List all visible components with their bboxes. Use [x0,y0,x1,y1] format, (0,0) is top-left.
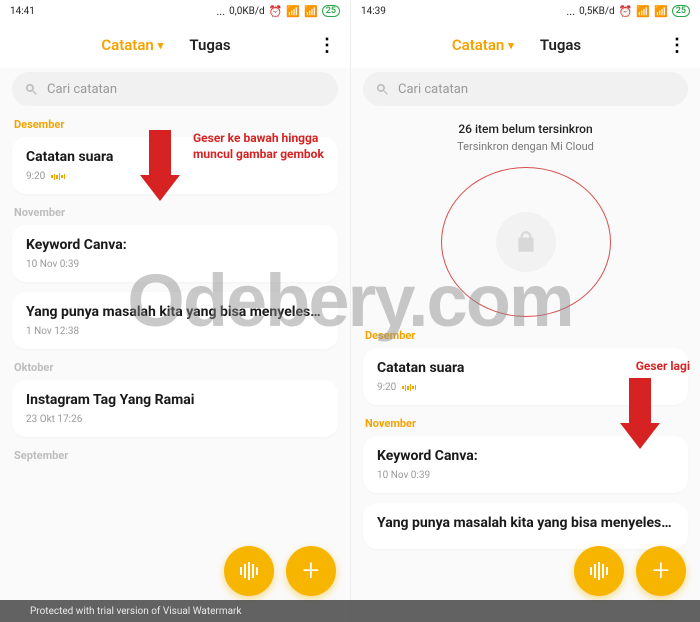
note-meta: 10 Nov 0:39 [377,470,674,481]
voice-icon [51,173,65,180]
header: Catatan Tugas ⋮ [0,22,350,68]
note-meta: 23 Okt 17:26 [26,414,324,425]
status-bar: 14:39 ... 0,5KB/d ⏰ 📶 📶 25 [351,0,700,22]
note-title: Keyword Canva: [26,237,324,253]
month-header: Desember [365,329,686,342]
battery-icon: 25 [672,5,690,17]
note-card[interactable]: Yang punya masalah kita yang bisa menyel… [363,503,688,549]
clock: 14:39 [361,6,386,17]
tab-notes[interactable]: Catatan [452,36,514,54]
lock-icon [496,212,556,272]
note-card[interactable]: Keyword Canva: 10 Nov 0:39 [12,225,338,282]
status-bar: 14:41 ... 0,0KB/d ⏰ 📶 📶 25 [0,0,350,22]
tutorial-hint: Geser lagi [636,358,690,374]
tab-notes[interactable]: Catatan [101,36,163,54]
note-title: Yang punya masalah kita yang bisa menyel… [26,304,324,320]
screenshot-left: 14:41 ... 0,0KB/d ⏰ 📶 📶 25 Catatan Tugas… [0,0,350,622]
note-card[interactable]: Instagram Tag Yang Ramai 23 Okt 17:26 [12,380,338,437]
voice-note-button[interactable] [574,546,624,596]
note-title: Catatan suara [377,360,674,376]
battery-icon: 25 [322,5,340,17]
screenshot-right: 14:39 ... 0,5KB/d ⏰ 📶 📶 25 Catatan Tugas… [350,0,700,622]
menu-icon[interactable]: ⋮ [668,35,686,56]
sync-service: Tersinkron dengan Mi Cloud [361,140,690,153]
search-bar[interactable] [363,72,688,106]
note-meta: 10 Nov 0:39 [26,259,324,270]
net-speed: 0,5KB/d [579,6,614,17]
header: Catatan Tugas ⋮ [351,22,700,68]
wifi-icon: 📶 [654,5,668,18]
tab-tasks[interactable]: Tugas [189,36,230,54]
note-meta: 1 Nov 12:38 [26,326,324,337]
search-icon [375,82,390,97]
alarm-icon: ⏰ [619,5,633,18]
wifi-icon: 📶 [304,5,318,18]
search-icon [24,82,39,97]
search-bar[interactable] [12,72,338,106]
signal-icon: 📶 [286,5,300,18]
tab-tasks[interactable]: Tugas [540,36,581,54]
tutorial-hint: Geser ke bawah hingga muncul gambar gemb… [193,130,343,162]
note-title: Instagram Tag Yang Ramai [26,392,324,408]
month-header: September [14,449,336,462]
net-speed: 0,0KB/d [229,6,264,17]
tutorial-arrow-icon [140,130,180,210]
signal-icon: 📶 [636,5,650,18]
fab-group: + [574,546,686,596]
sync-count: 26 item belum tersinkron [361,122,690,136]
alarm-icon: ⏰ [269,5,283,18]
clock: 14:41 [10,6,35,17]
sync-status: 26 item belum tersinkron Tersinkron deng… [351,116,700,157]
voice-icon [402,384,416,391]
search-input[interactable] [47,82,326,97]
add-note-button[interactable]: + [636,546,686,596]
menu-icon[interactable]: ⋮ [318,35,336,56]
note-card[interactable]: Yang punya masalah kita yang bisa menyel… [12,292,338,349]
search-input[interactable] [398,82,676,97]
pull-lock-indicator [441,167,611,317]
tutorial-arrow-icon [620,378,660,458]
note-title: Yang punya masalah kita yang bisa menyel… [377,515,674,531]
voice-note-button[interactable] [224,546,274,596]
add-note-button[interactable]: + [286,546,336,596]
month-header: Oktober [14,361,336,374]
fab-group: + [224,546,336,596]
